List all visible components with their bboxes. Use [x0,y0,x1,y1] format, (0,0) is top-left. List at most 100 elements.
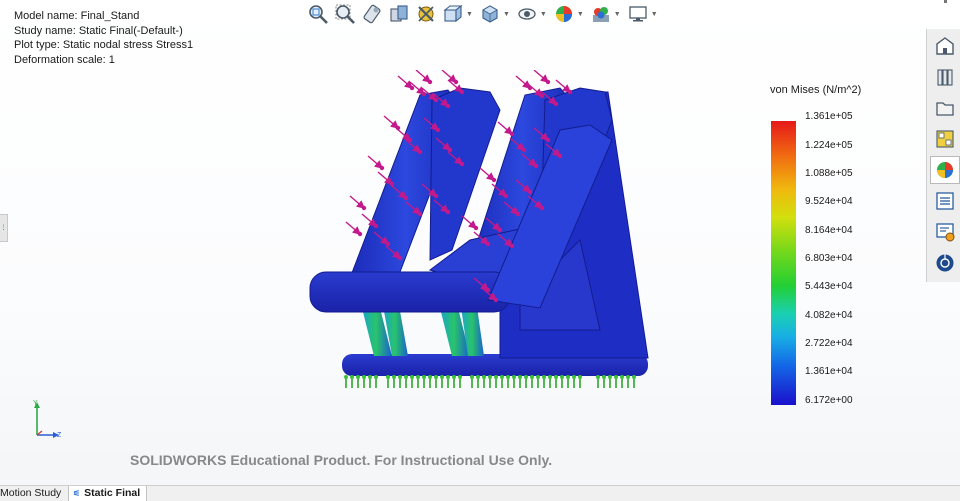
fixture-point [482,375,486,379]
fixture-point [626,375,630,379]
load-arrow [383,115,400,129]
fixture-point [416,375,420,379]
tab-label: Motion Study 1 [0,487,62,499]
colorbar-label: 4.082e+04 [805,310,853,321]
load-point [521,147,527,153]
custom-properties-icon[interactable] [930,187,960,215]
study-name-text: Study name: Static Final(-Default-) [14,24,183,37]
load-point [527,189,533,195]
chevron-down-icon[interactable]: ▼ [614,11,621,18]
load-point [417,149,423,155]
fixture-point [488,375,492,379]
design-library-icon[interactable] [930,63,960,91]
section-view-icon[interactable] [387,2,411,26]
fixture-point [404,375,408,379]
tab-static-final[interactable]: ⚟ Static Final [69,486,148,501]
load-point [433,193,439,199]
fixture-point [392,375,396,379]
view-orientation-icon[interactable] [441,2,465,26]
load-point [497,227,503,233]
fixture-markers [344,375,636,388]
reference-triad: Y Z [33,400,62,439]
fixture-point [344,375,348,379]
load-point [503,193,509,199]
triad-z-label: Z [57,432,62,439]
fixture-point [596,375,600,379]
appearances-scenes-icon[interactable] [930,156,960,184]
fixture-point [614,375,618,379]
colorbar-label: 6.803e+04 [805,253,853,264]
colorbar-label: 2.722e+04 [805,338,853,349]
load-arrow [349,195,366,209]
fixture-point [446,375,450,379]
load-arrow [515,75,532,89]
chevron-down-icon[interactable]: ▼ [503,11,510,18]
colorbar-label: 9.524e+04 [805,196,853,207]
zoom-to-fit-icon[interactable] [306,2,330,26]
zoom-to-area-icon[interactable] [333,2,357,26]
colorbar-label: 1.224e+05 [805,140,853,151]
view-settings-monitor-icon[interactable] [626,2,650,26]
chevron-down-icon[interactable]: ▼ [466,11,473,18]
load-point [389,181,395,187]
tab-motion-study-1[interactable]: Motion Study 1 [0,486,69,501]
fixture-point [434,375,438,379]
stress-colorbar [771,121,796,405]
solidworks-resources-icon[interactable] [930,32,960,60]
view-settings-icon[interactable] [414,2,438,26]
solidworks-forum-icon[interactable] [930,249,960,277]
window-edge-mark [944,0,947,3]
stress-plot-model[interactable] [300,70,680,400]
load-point [473,225,479,231]
deformation-scale-text: Deformation scale: 1 [14,53,115,66]
load-point [557,153,563,159]
educational-watermark: SOLIDWORKS Educational Product. For Inst… [130,452,553,468]
load-point [409,85,415,91]
fixture-point [398,375,402,379]
load-point [493,297,499,303]
colorbar-label: 8.164e+04 [805,225,853,236]
fixture-point [620,375,624,379]
load-point [453,79,459,85]
load-point [539,93,545,99]
view-palette-icon[interactable] [930,125,960,153]
apply-scene-icon[interactable] [589,2,613,26]
hide-show-icon[interactable] [515,2,539,26]
fixture-point [500,375,504,379]
load-point [421,91,427,97]
load-point [435,127,441,133]
fixture-point [452,375,456,379]
model-name-text: Model name: Final_Stand [14,10,140,22]
colorbar-label: 6.172e+00 [805,395,853,406]
legend-title: von Mises (N/m^2) [770,84,862,96]
colorbar-label: 1.361e+05 [805,111,853,122]
load-point [533,163,539,169]
load-point [485,241,491,247]
chevron-down-icon[interactable]: ▼ [577,11,584,18]
edit-appearance-icon[interactable] [552,2,576,26]
fixture-point [410,375,414,379]
file-explorer-icon[interactable] [930,94,960,122]
load-point [379,165,385,171]
chevron-down-icon[interactable]: ▼ [540,11,547,18]
previous-view-icon[interactable] [360,2,384,26]
load-arrow [461,215,478,229]
simulation-options-icon[interactable] [930,218,960,246]
load-point [357,231,363,237]
fixture-point [548,375,552,379]
load-arrow [497,121,514,135]
fixture-point [356,375,360,379]
load-point [445,103,451,109]
feature-manager-expand-tab[interactable]: ⋮ [0,214,8,242]
fixture-point [368,375,372,379]
fixture-point [554,375,558,379]
fixture-point [422,375,426,379]
load-point [509,243,515,249]
chevron-down-icon[interactable]: ▼ [651,11,658,18]
cross-bar [309,271,511,313]
load-point [427,79,433,85]
fixture-point [476,375,480,379]
display-style-icon[interactable] [478,2,502,26]
fixture-point [506,375,510,379]
fixture-point [350,375,354,379]
